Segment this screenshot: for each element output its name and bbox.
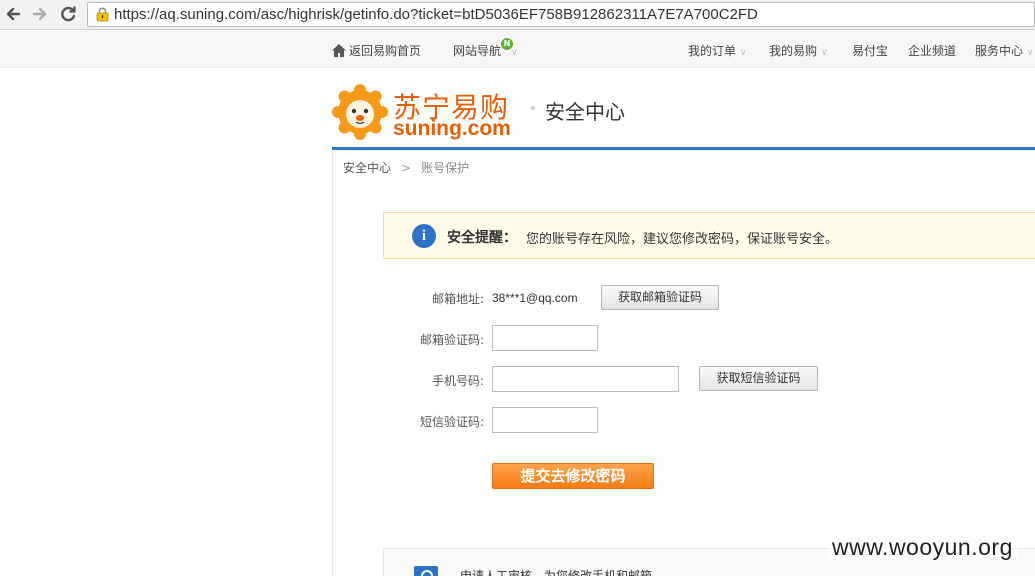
address-bar[interactable]: https://aq.suning.com/asc/highrisk/getin… [87,2,1035,27]
alert-message: 您的账号存在风险，建议您修改密码，保证账号安全。 [526,232,839,247]
header-divider-dot [531,106,535,110]
phone-label: 手机号码: [431,374,484,388]
content-left-border [332,150,333,576]
back-button[interactable] [2,3,24,25]
breadcrumb-root[interactable]: 安全中心 [343,161,391,175]
get-email-code-button[interactable]: 获取邮箱验证码 [601,285,719,310]
home-icon [332,44,346,57]
warning-lock-icon [96,7,109,22]
email-code-input[interactable] [492,325,598,351]
security-alert: i 安全提醒： 您的账号存在风险，建议您修改密码，保证账号安全。 [383,212,1035,259]
sms-code-input[interactable] [492,407,598,433]
url-text: https://aq.suning.com/asc/highrisk/getin… [114,6,758,23]
page-title: 安全中心 [545,100,625,124]
site-topbar: 返回易购首页 网站导航 ∨ 我的订单 ∨ 我的易购 ∨ 易付宝 企业频道 服务中心 ∨ [0,31,1035,68]
lion-logo-icon[interactable] [332,84,388,140]
reload-icon [61,6,76,22]
header-divider [332,147,1035,150]
alert-title: 安全提醒： [447,230,517,246]
manual-review-link[interactable]: 申请人工审核，为您修改手机和邮箱 [460,567,652,576]
email-label: 邮箱地址: [431,292,484,306]
arrow-right-icon [32,7,47,21]
forward-button[interactable] [29,3,51,25]
chevron-down-icon: ∨ [511,48,518,58]
new-badge: N [501,38,513,50]
email-value: 38***1@qq.com [492,291,578,305]
yifubao-link[interactable]: 易付宝 [852,42,888,59]
email-code-label: 邮箱验证码: [419,333,484,347]
service-center-menu[interactable]: 服务中心 ∨ [975,42,1034,59]
browser-toolbar: https://aq.suning.com/asc/highrisk/getin… [0,0,1035,30]
chevron-down-icon: ∨ [740,48,747,58]
my-suning-menu[interactable]: 我的易购 ∨ [769,42,828,59]
submit-change-password-button[interactable]: 提交去修改密码 [492,463,654,489]
my-orders-menu[interactable]: 我的订单 ∨ [688,42,747,59]
chevron-down-icon: ∨ [821,48,828,58]
enterprise-link[interactable]: 企业频道 [908,42,956,59]
info-icon: i [412,224,436,248]
watermark: www.wooyun.org [828,534,1017,561]
reload-button[interactable] [57,3,79,25]
arrow-left-icon [6,7,21,21]
breadcrumb-current: 账号保护 [421,161,470,175]
breadcrumb: 安全中心 > 账号保护 [343,159,469,176]
chevron-down-icon: ∨ [1027,48,1034,58]
home-link[interactable]: 返回易购首页 [332,42,421,59]
brand-name-en: suning.com [393,117,511,140]
phone-input[interactable] [492,366,679,392]
sms-code-label: 短信验证码: [419,415,484,429]
get-sms-code-button[interactable]: 获取短信验证码 [699,366,818,391]
breadcrumb-separator: > [401,161,412,175]
review-icon [414,566,438,576]
